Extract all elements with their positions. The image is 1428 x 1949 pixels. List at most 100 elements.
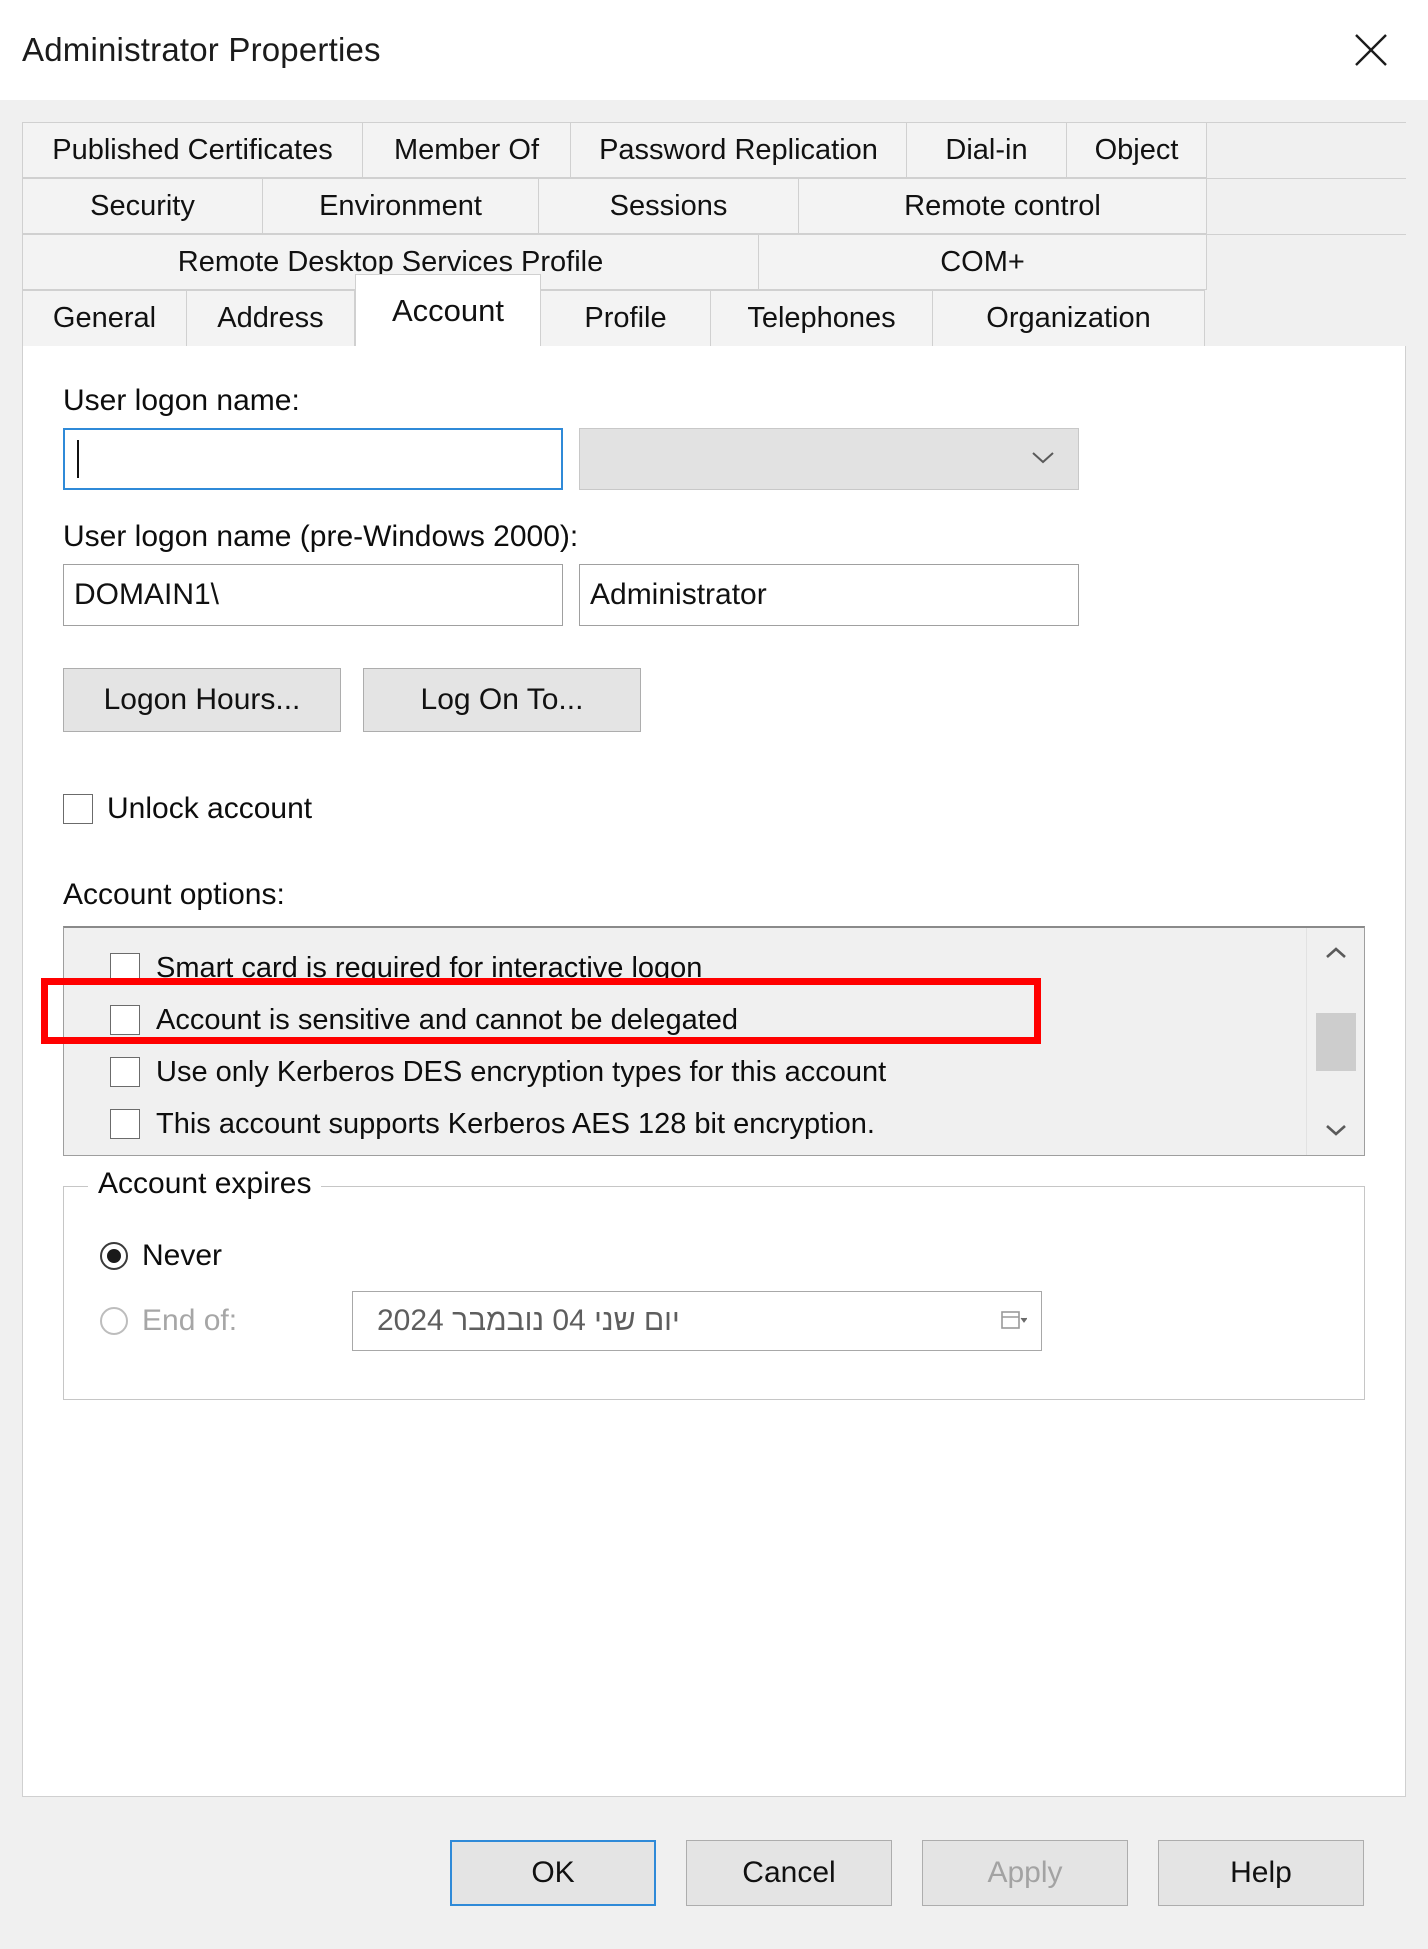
user-logon-name-input[interactable] xyxy=(63,428,563,490)
account-action-buttons: Logon Hours... Log On To... xyxy=(63,668,1365,732)
pre-windows-2000-domain-input[interactable]: DOMAIN1\ xyxy=(63,564,563,626)
option-checkbox-kerberos-aes128[interactable] xyxy=(110,1109,140,1139)
never-radio-row[interactable]: Never xyxy=(100,1239,1364,1273)
tab-label: Account xyxy=(392,293,504,329)
title-bar: Administrator Properties xyxy=(0,0,1428,100)
window-title: Administrator Properties xyxy=(22,31,381,69)
never-label: Never xyxy=(142,1239,222,1273)
tab-security[interactable]: Security xyxy=(23,179,263,234)
pre-windows-2000-label: User logon name (pre-Windows 2000): xyxy=(63,520,1365,554)
properties-dialog-window: Administrator Properties Published Certi… xyxy=(0,0,1428,1949)
tab-label: Object xyxy=(1095,134,1179,167)
pre-windows-2000-domain-value: DOMAIN1\ xyxy=(74,578,219,612)
account-tab-page: User logon name: User logon name (pre-Wi… xyxy=(22,346,1406,1797)
tab-sessions[interactable]: Sessions xyxy=(539,179,799,234)
option-label: Use only Kerberos DES encryption types f… xyxy=(156,1056,886,1089)
option-label: Smart card is required for interactive l… xyxy=(156,952,702,985)
account-options-list[interactable]: Smart card is required for interactive l… xyxy=(63,926,1365,1156)
tab-environment[interactable]: Environment xyxy=(263,179,539,234)
text-caret xyxy=(77,440,79,478)
tab-row-4: General Address Account Profile Telephon… xyxy=(22,290,1406,346)
log-on-to-button[interactable]: Log On To... xyxy=(363,668,641,732)
tab-row-2: Security Environment Sessions Remote con… xyxy=(22,178,1406,234)
scrollbar-thumb[interactable] xyxy=(1316,1013,1356,1071)
tab-account[interactable]: Account xyxy=(355,274,541,346)
account-option-row[interactable]: Use only Kerberos DES encryption types f… xyxy=(64,1046,1306,1098)
cancel-button[interactable]: Cancel xyxy=(686,1840,892,1906)
account-options-label: Account options: xyxy=(63,878,1365,912)
tab-label: Password Replication xyxy=(599,134,878,167)
account-option-row[interactable]: This account supports Kerberos AES 128 b… xyxy=(64,1098,1306,1150)
tab-general[interactable]: General xyxy=(23,290,187,346)
pre-windows-2000-row: DOMAIN1\ Administrator xyxy=(63,564,1365,626)
end-of-row: End of: יום שני 04 נובמבר 2024 xyxy=(100,1291,1364,1351)
tab-label: Member Of xyxy=(394,134,539,167)
tab-label: Published Certificates xyxy=(52,134,332,167)
tab-label: Remote control xyxy=(904,190,1101,223)
tab-dial-in[interactable]: Dial-in xyxy=(907,123,1067,178)
account-options-items: Smart card is required for interactive l… xyxy=(64,928,1306,1155)
cancel-label: Cancel xyxy=(742,1856,835,1890)
tab-label: Profile xyxy=(584,302,666,335)
ok-label: OK xyxy=(531,1856,574,1890)
chevron-down-icon[interactable] xyxy=(1322,1117,1350,1143)
tab-address[interactable]: Address xyxy=(187,290,355,346)
account-option-row[interactable]: Account is sensitive and cannot be deleg… xyxy=(64,994,1306,1046)
unlock-account-label: Unlock account xyxy=(107,792,312,826)
user-logon-name-label: User logon name: xyxy=(63,384,1365,418)
tab-profile[interactable]: Profile xyxy=(541,290,711,346)
tab-label: Security xyxy=(90,190,195,223)
pre-windows-2000-name-value: Administrator xyxy=(590,578,767,612)
tab-remote-control[interactable]: Remote control xyxy=(799,179,1207,234)
calendar-dropdown-icon[interactable] xyxy=(1001,1309,1027,1333)
tab-com-plus[interactable]: COM+ xyxy=(759,235,1207,290)
tab-telephones[interactable]: Telephones xyxy=(711,290,933,346)
option-checkbox-account-sensitive[interactable] xyxy=(110,1005,140,1035)
ok-button[interactable]: OK xyxy=(450,1840,656,1906)
apply-label: Apply xyxy=(987,1856,1062,1890)
tab-published-certificates[interactable]: Published Certificates xyxy=(23,123,363,178)
tab-password-replication[interactable]: Password Replication xyxy=(571,123,907,178)
logon-hours-label: Logon Hours... xyxy=(104,683,301,717)
domain-suffix-combobox[interactable] xyxy=(579,428,1079,490)
tab-label: Organization xyxy=(986,302,1150,335)
help-label: Help xyxy=(1230,1856,1292,1890)
tab-label: Address xyxy=(217,302,323,335)
end-of-radio-row[interactable]: End of: xyxy=(100,1304,352,1338)
chevron-down-icon xyxy=(1030,449,1056,470)
option-checkbox-smart-card[interactable] xyxy=(110,953,140,983)
unlock-account-row[interactable]: Unlock account xyxy=(63,792,1365,826)
tab-strip: Published Certificates Member Of Passwor… xyxy=(22,122,1406,346)
option-label: This account supports Kerberos AES 128 b… xyxy=(156,1108,875,1141)
tab-label: Environment xyxy=(319,190,482,223)
dialog-footer: OK Cancel Apply Help xyxy=(22,1797,1406,1949)
tab-label: Dial-in xyxy=(945,134,1027,167)
log-on-to-label: Log On To... xyxy=(421,683,584,717)
option-checkbox-kerberos-des[interactable] xyxy=(110,1057,140,1087)
pre-windows-2000-name-input[interactable]: Administrator xyxy=(579,564,1079,626)
never-radio[interactable] xyxy=(100,1242,128,1270)
account-expires-legend: Account expires xyxy=(88,1167,321,1201)
close-icon[interactable] xyxy=(1336,22,1406,78)
account-options-container: Smart card is required for interactive l… xyxy=(63,926,1365,1156)
chevron-up-icon[interactable] xyxy=(1322,940,1350,966)
tab-row-1: Published Certificates Member Of Passwor… xyxy=(22,122,1406,178)
account-expires-groupbox: Account expires Never End of: יום שני 04… xyxy=(63,1186,1365,1400)
tab-label: COM+ xyxy=(940,246,1025,279)
tab-object[interactable]: Object xyxy=(1067,123,1207,178)
unlock-account-checkbox[interactable] xyxy=(63,794,93,824)
account-option-row[interactable]: Smart card is required for interactive l… xyxy=(64,942,1306,994)
help-button[interactable]: Help xyxy=(1158,1840,1364,1906)
tab-label: General xyxy=(53,302,156,335)
account-expiry-date-input[interactable]: יום שני 04 נובמבר 2024 xyxy=(352,1291,1042,1351)
tab-organization[interactable]: Organization xyxy=(933,290,1205,346)
account-options-scrollbar[interactable] xyxy=(1306,928,1364,1155)
tab-member-of[interactable]: Member Of xyxy=(363,123,571,178)
tab-label: Sessions xyxy=(610,190,728,223)
user-logon-name-row xyxy=(63,428,1365,490)
dialog-body: Published Certificates Member Of Passwor… xyxy=(0,100,1428,1949)
logon-hours-button[interactable]: Logon Hours... xyxy=(63,668,341,732)
tab-label: Telephones xyxy=(747,302,895,335)
apply-button: Apply xyxy=(922,1840,1128,1906)
end-of-radio[interactable] xyxy=(100,1307,128,1335)
